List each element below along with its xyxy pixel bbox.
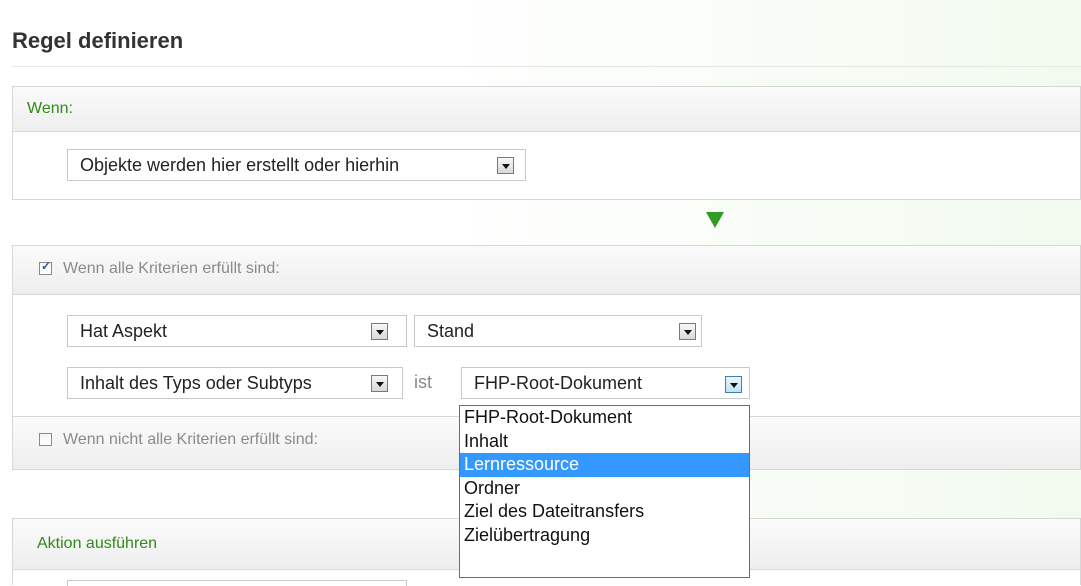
criteria-value-select-2[interactable]: FHP-Root-Dokument: [461, 367, 750, 399]
dropdown-option-ordner[interactable]: Ordner: [460, 477, 749, 501]
criteria-operator-label: ist: [414, 372, 432, 392]
criteria-field-dropdown-2[interactable]: [371, 375, 388, 392]
criteria-value-select-1[interactable]: Stand: [414, 315, 702, 347]
criteria-field-value-1: Hat Aspekt: [80, 321, 168, 341]
page-title: Regel definieren: [12, 28, 184, 53]
action-select[interactable]: [67, 580, 407, 586]
criteria-not-all-label: Wenn nicht alle Kriterien erfüllt sind:: [63, 431, 318, 448]
criteria-field-select-2[interactable]: Inhalt des Typs oder Subtyps: [67, 367, 403, 399]
trigger-select[interactable]: Objekte werden hier erstellt oder hierhi…: [67, 149, 526, 181]
when-section: Wenn: Objekte werden hier erstellt oder …: [12, 86, 1081, 200]
criteria-value-dropdown-2[interactable]: [725, 376, 742, 393]
criteria-field-dropdown-1[interactable]: [371, 323, 388, 340]
dropdown-option-zieluebertragung[interactable]: Zielübertragung: [460, 524, 749, 548]
trigger-select-value: Objekte werden hier erstellt oder hierhi…: [80, 155, 400, 175]
dropdown-option-fhp-root-dokument[interactable]: FHP-Root-Dokument: [460, 406, 749, 430]
arrow-down-icon: [706, 212, 724, 228]
criteria-value-value-1: Stand: [427, 321, 475, 341]
type-dropdown-list: FHP-Root-Dokument Inhalt Lernressource O…: [459, 405, 750, 578]
dropdown-option-lernressource[interactable]: Lernressource: [460, 453, 749, 477]
criteria-all-label: Wenn alle Kriterien erfüllt sind:: [63, 260, 280, 277]
criteria-field-value-2: Inhalt des Typs oder Subtyps: [80, 373, 312, 393]
when-section-header: Wenn:: [13, 87, 1080, 132]
criteria-value-value-2: FHP-Root-Dokument: [474, 373, 643, 393]
criteria-field-select-1[interactable]: Hat Aspekt: [67, 315, 407, 347]
dropdown-option-inhalt[interactable]: Inhalt: [460, 430, 749, 454]
title-divider: [12, 66, 1081, 67]
when-label: Wenn:: [27, 100, 73, 117]
action-label: Aktion ausführen: [37, 535, 158, 552]
criteria-all-header: Wenn alle Kriterien erfüllt sind:: [13, 246, 1080, 295]
criteria-value-dropdown-1[interactable]: [679, 323, 696, 340]
criteria-all-checkbox[interactable]: [39, 259, 52, 275]
dropdown-option-ziel-des-dateitransfers[interactable]: Ziel des Dateitransfers: [460, 500, 749, 524]
criteria-not-all-checkbox[interactable]: [39, 433, 52, 446]
trigger-dropdown-button[interactable]: [497, 157, 514, 174]
